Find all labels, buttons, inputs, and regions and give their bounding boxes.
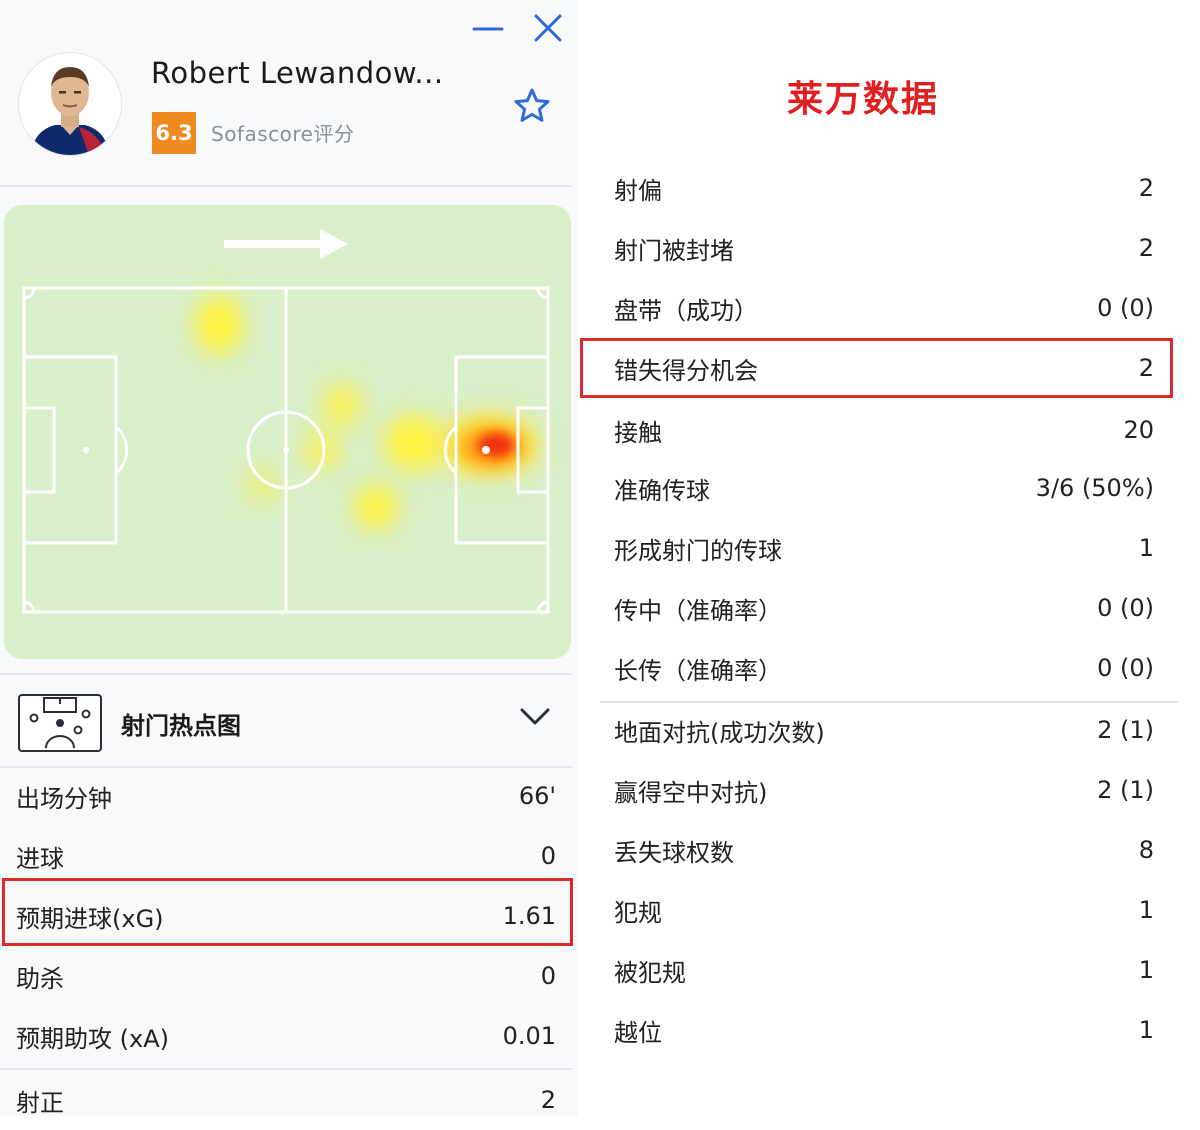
stat-value: 0 (540, 842, 556, 870)
rating-badge: 6.3 (152, 112, 196, 154)
stat-value: 8 (1138, 836, 1154, 864)
stat-label: 射正 (16, 1088, 64, 1117)
stat-label: 准确传球 (614, 476, 710, 505)
football-pitch-icon (18, 694, 102, 752)
header-divider (0, 185, 572, 187)
player-name: Robert Lewandow... (151, 56, 444, 90)
stat-row-long-balls: 长传（准确率） 0 (0) (614, 638, 1154, 698)
stat-row-assists: 助杀 0 (16, 946, 556, 1006)
shotmap-toggle[interactable]: 射门热点图 (0, 676, 572, 766)
stat-label: 犯规 (614, 898, 662, 927)
stat-label: 预期助攻 (xA) (16, 1024, 169, 1053)
stat-label: 长传（准确率） (614, 656, 782, 685)
stat-row-ground-duels: 地面对抗(成功次数) 2 (1) (614, 700, 1154, 760)
stat-label: 被犯规 (614, 958, 686, 987)
stat-row-accurate-passes: 准确传球 3/6 (50%) (614, 458, 1154, 518)
stat-label: 丢失球权数 (614, 838, 734, 867)
stat-label: 出场分钟 (16, 784, 112, 813)
stat-row-touches: 接触 20 (614, 400, 1154, 460)
heatmap (4, 205, 571, 659)
stat-label: 传中（准确率） (614, 596, 782, 625)
minimize-button[interactable] (470, 12, 506, 46)
stat-label: 助杀 (16, 964, 64, 993)
stat-value: 1 (1138, 896, 1154, 924)
stat-value: 2 (1) (1097, 776, 1154, 804)
stat-value: 0.01 (502, 1022, 556, 1050)
stat-row-minutes: 出场分钟 66' (16, 766, 556, 826)
stat-value: 0 (540, 962, 556, 990)
stat-value: 20 (1123, 416, 1154, 444)
stats-panel: 莱万数据 射偏 2 射门被封堵 2 盘带（成功） 0 (0) 错失得分机会 2 … (578, 0, 1200, 1116)
stat-row-xa: 预期助攻 (xA) 0.01 (16, 1006, 556, 1066)
stat-value: 0 (0) (1097, 654, 1154, 682)
stat-row-dribbles: 盘带（成功） 0 (0) (614, 278, 1154, 338)
highlight-box-xg (2, 878, 573, 946)
stat-row-fouls: 犯规 1 (614, 880, 1154, 940)
favorite-button[interactable] (512, 86, 552, 126)
star-icon (514, 88, 550, 122)
close-button[interactable] (530, 10, 566, 46)
stat-label: 形成射门的传球 (614, 536, 782, 565)
stat-value: 0 (0) (1097, 294, 1154, 322)
stat-label: 进球 (16, 844, 64, 873)
panel-title: 莱万数据 (786, 79, 939, 120)
stat-row-aerial-duels: 赢得空中对抗) 2 (1) (614, 760, 1154, 820)
stat-row-shots-off-target: 射偏 2 (614, 158, 1154, 218)
heatmap-divider (0, 673, 572, 675)
stat-value: 2 (1138, 234, 1154, 262)
stat-row-key-passes: 形成射门的传球 1 (614, 518, 1154, 578)
stat-row-crosses: 传中（准确率） 0 (0) (614, 578, 1154, 638)
close-icon (534, 14, 562, 42)
rating-source-label: Sofascore评分 (211, 122, 355, 146)
stat-value: 2 (540, 1086, 556, 1114)
player-card: Robert Lewandow... 6.3 Sofascore评分 射门热点图… (0, 0, 578, 1117)
stat-row-possession-lost: 丢失球权数 8 (614, 820, 1154, 880)
player-avatar (18, 52, 122, 156)
highlight-box-big-chances (580, 338, 1173, 398)
stat-value: 66' (518, 782, 556, 810)
attack-direction-arrow (224, 229, 348, 259)
stat-value: 0 (0) (1097, 594, 1154, 622)
stat-row-shots-on-target: 射正 2 (16, 1070, 556, 1130)
stat-label: 地面对抗(成功次数) (614, 718, 825, 747)
stat-label: 赢得空中对抗) (614, 778, 768, 807)
stat-value: 2 (1138, 174, 1154, 202)
stat-label: 射门被封堵 (614, 236, 734, 265)
stat-value: 1 (1138, 534, 1154, 562)
stat-row-was-fouled: 被犯规 1 (614, 940, 1154, 1000)
stat-row-goals: 进球 0 (16, 826, 556, 886)
stat-value: 1 (1138, 956, 1154, 984)
chevron-down-icon (520, 708, 550, 725)
heat-spots (195, 295, 537, 529)
stat-value: 3/6 (50%) (1035, 474, 1154, 502)
shotmap-label: 射门热点图 (121, 712, 241, 740)
minimize-icon (472, 27, 504, 31)
stat-label: 盘带（成功） (614, 296, 758, 325)
stat-row-offsides: 越位 1 (614, 1000, 1154, 1060)
stat-label: 射偏 (614, 176, 662, 205)
stat-row-shots-blocked: 射门被封堵 2 (614, 218, 1154, 278)
stat-value: 1 (1138, 1016, 1154, 1044)
stat-value: 2 (1) (1097, 716, 1154, 744)
stat-label: 越位 (614, 1018, 662, 1047)
stat-label: 接触 (614, 418, 662, 447)
